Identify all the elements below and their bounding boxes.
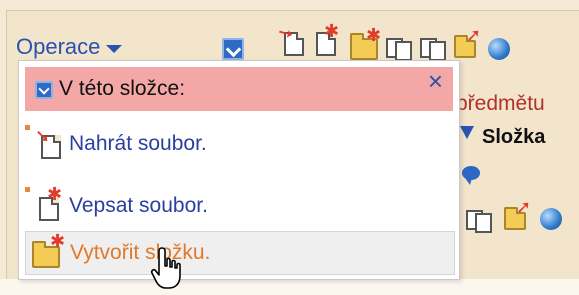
bullet-dot [25, 187, 30, 192]
globe-icon[interactable] [488, 38, 510, 60]
upload-file-icon[interactable]: ➘ [274, 21, 304, 56]
in-folder-icon [35, 81, 53, 99]
in-folder-icon[interactable] [222, 38, 244, 60]
new-folder-icon[interactable]: ✱ [350, 26, 381, 60]
new-folder-icon: ✱ [32, 232, 65, 268]
comment-icon[interactable] [462, 166, 480, 185]
move-icon[interactable] [420, 38, 446, 61]
hand-pointer-icon [150, 247, 181, 289]
copy-icon[interactable] [386, 38, 412, 61]
row-globe-icon[interactable] [540, 208, 562, 230]
close-icon[interactable]: × [428, 67, 443, 96]
menu-item-create-folder[interactable]: ✱ Vytvořit složku. [25, 231, 455, 275]
export-icon[interactable]: ➚ [454, 26, 481, 58]
menu-item-label: Nahrát soubor. [69, 132, 207, 155]
toolbar: Operace ➘ ✱ ✱ ➚ [8, 12, 579, 67]
sort-triangle-icon[interactable] [460, 126, 474, 139]
subject-text: předmětu [456, 92, 545, 115]
chevron-down-icon [106, 45, 123, 53]
new-file-icon[interactable]: ✱ [314, 22, 339, 56]
row-export-icon[interactable]: ➚ [504, 198, 531, 230]
menu-item-label: Vepsat soubor. [69, 194, 208, 217]
dropdown-header: V této složce: × [25, 67, 453, 111]
menu-item-write-file[interactable]: ✱ Vepsat soubor. [25, 185, 453, 227]
menu-item-upload-file[interactable]: ➘ Nahrát soubor. [25, 123, 453, 165]
upload-file-icon: ➘ [35, 127, 61, 159]
new-file-icon: ✱ [35, 185, 62, 221]
folder-column-header[interactable]: Složka [482, 126, 545, 149]
bullet-dot [25, 125, 30, 130]
operations-label: Operace [16, 34, 101, 59]
dropdown-header-label: V této složce: [59, 77, 186, 100]
menu-item-label: Vytvořit složku. [70, 241, 211, 264]
row-copy-icon[interactable] [466, 210, 492, 233]
operations-dropdown: V této složce: × ➘ Nahrát soubor. ✱ Veps… [18, 60, 460, 280]
bottom-strip [0, 279, 579, 295]
